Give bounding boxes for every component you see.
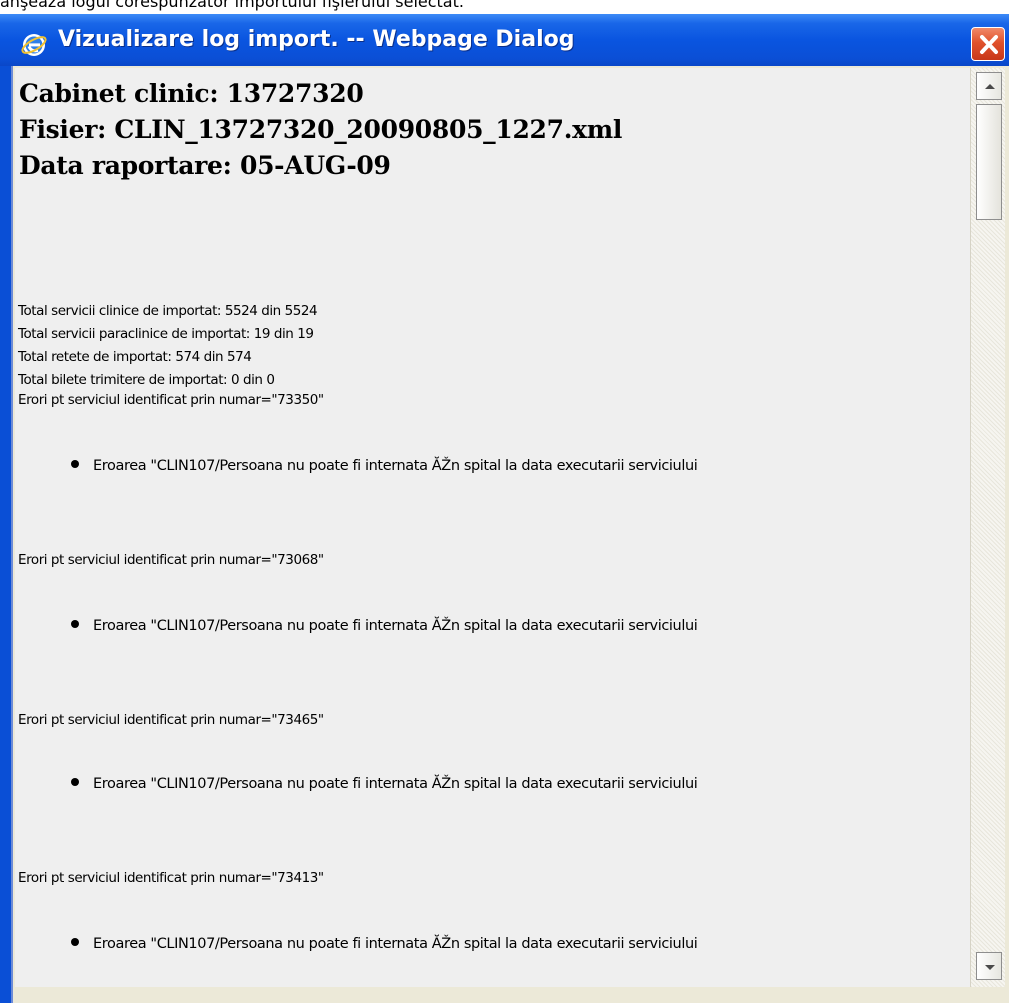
total-line: Total servicii clinice de importat: 5524… <box>18 303 318 319</box>
error-item: Eroarea "CLIN107/Persoana nu poate fi in… <box>71 618 698 634</box>
date-heading: Data raportare: 05-AUG-09 <box>19 151 391 180</box>
dialog-body: Cabinet clinic: 13727320 Fisier: CLIN_13… <box>11 66 1009 1003</box>
error-item: Eroarea "CLIN107/Persoana nu poate fi in… <box>71 458 698 474</box>
log-content: Cabinet clinic: 13727320 Fisier: CLIN_13… <box>15 68 970 987</box>
error-message: Eroarea "CLIN107/Persoana nu poate fi in… <box>93 618 698 634</box>
internet-explorer-icon <box>21 34 47 56</box>
arrow-down-icon <box>985 965 995 970</box>
bullet-icon <box>71 620 79 628</box>
error-message: Eroarea "CLIN107/Persoana nu poate fi in… <box>93 458 698 474</box>
error-header: Erori pt serviciul identificat prin numa… <box>18 712 324 728</box>
bullet-icon <box>71 938 79 946</box>
scroll-up-button[interactable] <box>976 72 1002 100</box>
total-line: Total servicii paraclinice de importat: … <box>18 326 314 342</box>
background-caption: anşează logul corespunzător importului f… <box>0 0 1009 14</box>
bullet-icon <box>71 778 79 786</box>
totals-block: Total servicii clinice de importat: 5524… <box>18 300 318 392</box>
error-item: Eroarea "CLIN107/Persoana nu poate fi in… <box>71 776 698 792</box>
close-button[interactable] <box>971 27 1005 61</box>
error-item: Eroarea "CLIN107/Persoana nu poate fi in… <box>71 936 698 952</box>
vertical-scrollbar[interactable] <box>970 68 1005 987</box>
scroll-down-button[interactable] <box>976 952 1002 980</box>
report-header: Cabinet clinic: 13727320 Fisier: CLIN_13… <box>19 76 622 184</box>
window-title: Vizualizare log import. -- Webpage Dialo… <box>58 27 575 52</box>
error-message: Eroarea "CLIN107/Persoana nu poate fi in… <box>93 776 698 792</box>
error-message: Eroarea "CLIN107/Persoana nu poate fi in… <box>93 936 698 952</box>
arrow-up-icon <box>985 84 995 89</box>
close-icon <box>980 35 998 54</box>
total-line: Total bilete trimitere de importat: 0 di… <box>18 372 275 388</box>
error-header: Erori pt serviciul identificat prin numa… <box>18 392 324 408</box>
total-line: Total retete de importat: 574 din 574 <box>18 349 252 365</box>
file-heading: Fisier: CLIN_13727320_20090805_1227.xml <box>19 115 623 144</box>
cabinet-heading: Cabinet clinic: 13727320 <box>19 79 364 108</box>
scroll-thumb[interactable] <box>976 104 1002 220</box>
dialog-window: Vizualizare log import. -- Webpage Dialo… <box>0 14 1009 1003</box>
error-header: Erori pt serviciul identificat prin numa… <box>18 552 324 568</box>
error-header: Erori pt serviciul identificat prin numa… <box>18 870 324 886</box>
background-caption-text: anşează logul corespunzător importului f… <box>0 0 464 11</box>
bullet-icon <box>71 460 79 468</box>
title-bar[interactable]: Vizualizare log import. -- Webpage Dialo… <box>0 14 1009 66</box>
